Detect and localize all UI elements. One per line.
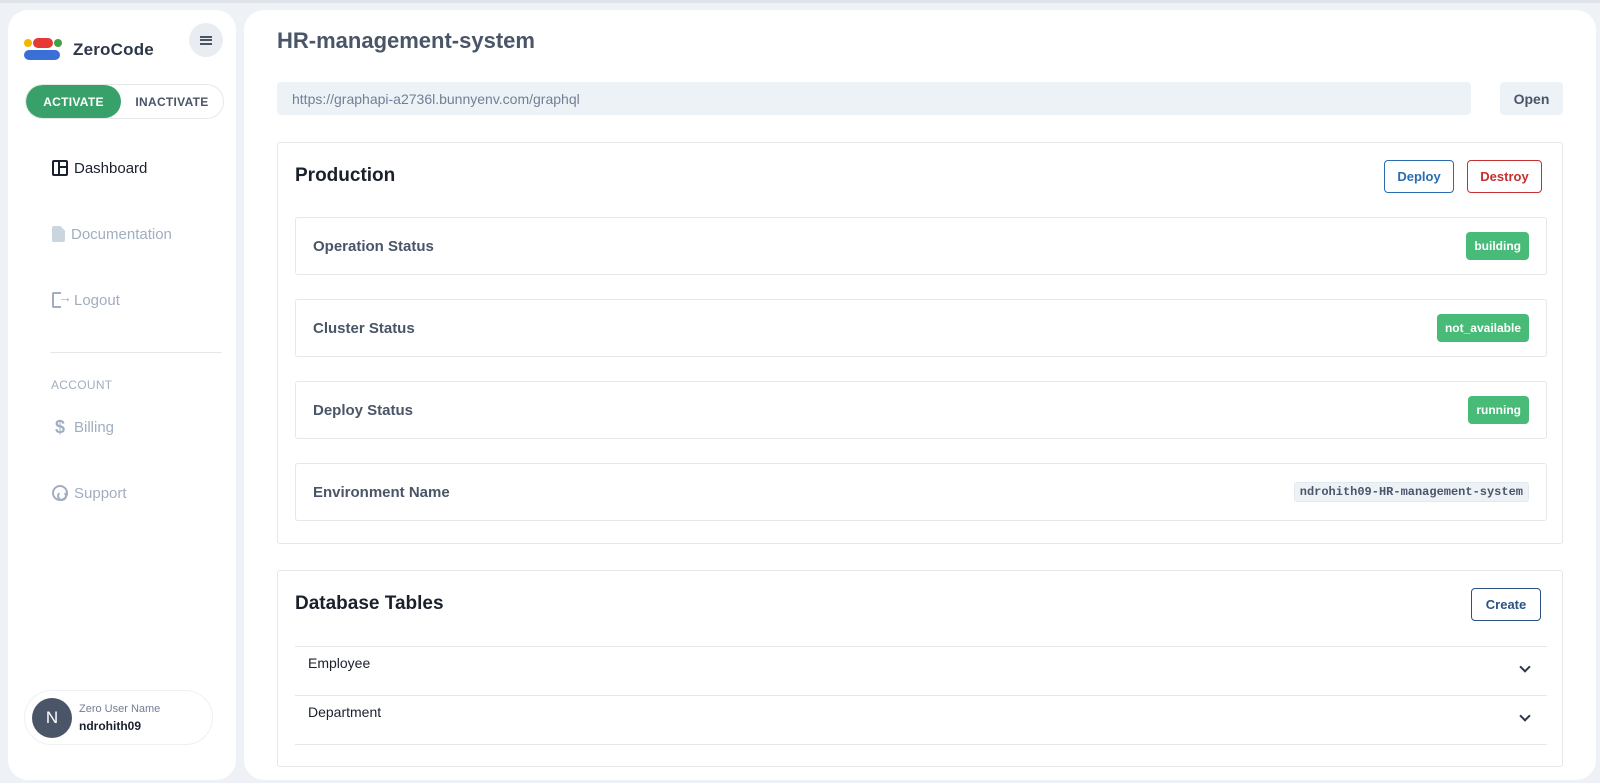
status-label: Environment Name: [313, 483, 450, 501]
status-label: Deploy Status: [313, 401, 414, 419]
operation-status-row: Operation Status building: [295, 217, 1547, 275]
sidebar-item-label: Billing: [74, 418, 115, 436]
open-button[interactable]: Open: [1500, 82, 1563, 115]
status-label: Cluster Status: [313, 319, 415, 337]
sidebar-item-support[interactable]: Support: [52, 481, 127, 505]
account-section-label: ACCOUNT: [51, 378, 113, 392]
table-row[interactable]: Department: [295, 695, 1547, 745]
dashboard-icon: [52, 160, 68, 176]
table-name: Department: [308, 704, 382, 720]
deploy-button[interactable]: Deploy: [1384, 160, 1454, 193]
menu-toggle-button[interactable]: [189, 23, 223, 57]
status-badge: building: [1466, 232, 1529, 260]
page-title: HR-management-system: [277, 28, 535, 53]
sidebar-item-documentation[interactable]: Documentation: [52, 222, 172, 246]
destroy-button[interactable]: Destroy: [1467, 160, 1542, 193]
database-tables-title: Database Tables: [295, 593, 444, 614]
main-content: HR-management-system Open Production Dep…: [244, 10, 1596, 780]
sidebar-item-label: Dashboard: [74, 159, 148, 177]
production-panel: Production Deploy Destroy Operation Stat…: [277, 142, 1563, 544]
environment-name-value: ndrohith09-HR-management-system: [1293, 482, 1529, 502]
logout-icon: [52, 289, 72, 308]
sidebar-item-label: Support: [74, 484, 127, 502]
cluster-status-row: Cluster Status not_available: [295, 299, 1547, 357]
user-name: ndrohith09: [79, 718, 141, 733]
deploy-status-row: Deploy Status running: [295, 381, 1547, 439]
status-label: Operation Status: [313, 237, 434, 255]
sidebar-item-label: Documentation: [71, 225, 172, 243]
table-row[interactable]: Employee: [295, 646, 1547, 696]
sidebar-item-billing[interactable]: $ Billing: [52, 415, 114, 439]
production-title: Production: [295, 165, 396, 186]
activate-button[interactable]: ACTIVATE: [26, 85, 121, 118]
inactivate-button[interactable]: INACTIVATE: [121, 85, 223, 118]
activation-toggle: ACTIVATE INACTIVATE: [25, 84, 224, 119]
user-card[interactable]: N Zero User Name ndrohith09: [24, 690, 213, 745]
sidebar-item-dashboard[interactable]: Dashboard: [52, 156, 147, 180]
hamburger-icon: [200, 35, 212, 45]
brand[interactable]: ZeroCode: [24, 35, 154, 65]
environment-name-row: Environment Name ndrohith09-HR-managemen…: [295, 463, 1547, 521]
sidebar: ZeroCode ACTIVATE INACTIVATE Dashboard D…: [8, 10, 236, 780]
brand-name: ZeroCode: [73, 40, 154, 59]
create-table-button[interactable]: Create: [1471, 588, 1541, 621]
graphql-url-field[interactable]: [277, 82, 1471, 115]
table-name: Employee: [308, 655, 371, 671]
window-top-border: [0, 0, 1600, 3]
sidebar-item-label: Logout: [74, 291, 120, 309]
support-icon: [52, 485, 68, 501]
dollar-icon: $: [54, 417, 65, 437]
zerocode-logo-icon: [24, 38, 62, 62]
user-info: Zero User Name ndrohith09: [79, 703, 160, 733]
document-icon: [52, 226, 65, 242]
status-badge: running: [1468, 396, 1529, 424]
chevron-down-icon[interactable]: [1519, 661, 1531, 673]
user-label: Zero User Name: [79, 702, 161, 715]
avatar: N: [32, 697, 72, 738]
sidebar-item-logout[interactable]: Logout: [52, 288, 120, 312]
sidebar-divider: [50, 352, 222, 353]
chevron-down-icon[interactable]: [1519, 710, 1531, 722]
status-badge: not_available: [1436, 314, 1529, 342]
database-tables-panel: Database Tables Create Employee Departme…: [277, 570, 1563, 767]
